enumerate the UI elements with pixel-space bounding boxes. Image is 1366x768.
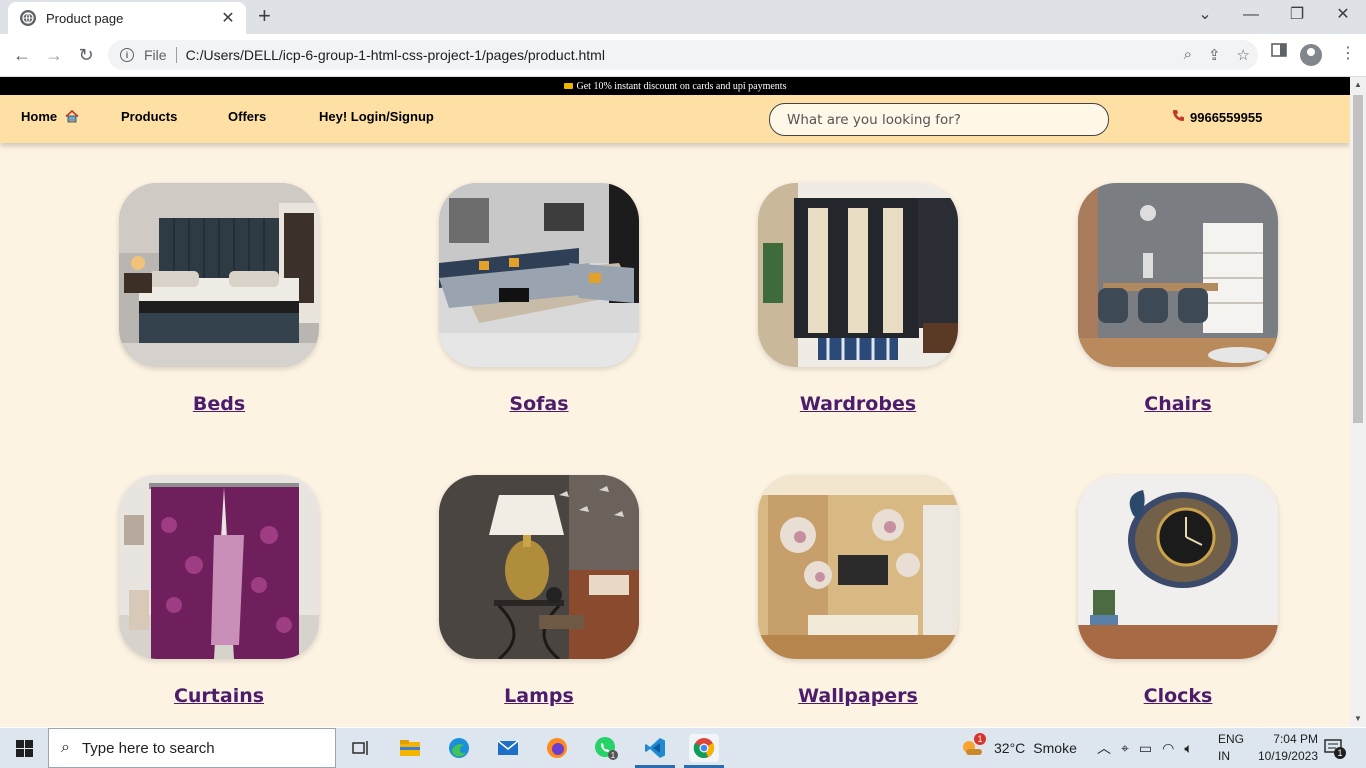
weather-icon: 1 bbox=[960, 732, 986, 760]
lamps-image[interactable] bbox=[439, 475, 639, 659]
clock-date: 10/19/2023 bbox=[1257, 749, 1318, 763]
category-link-wardrobes[interactable]: Wardrobes bbox=[800, 393, 916, 415]
profile-avatar-icon[interactable] bbox=[1300, 44, 1322, 71]
category-card-chairs: Chairs bbox=[1078, 183, 1278, 415]
page-scrollbar[interactable]: ▲ ▼ bbox=[1350, 77, 1366, 727]
close-window-icon[interactable]: ✕ bbox=[1320, 4, 1366, 26]
category-link-lamps[interactable]: Lamps bbox=[504, 685, 574, 707]
whatsapp-badge: 1 bbox=[611, 751, 616, 760]
menu-kebab-icon[interactable]: ⋮ bbox=[1340, 43, 1356, 63]
scroll-up-icon[interactable]: ▲ bbox=[1354, 80, 1362, 89]
vscode-icon[interactable] bbox=[640, 734, 670, 762]
category-link-beds[interactable]: Beds bbox=[193, 393, 245, 415]
close-tab-icon[interactable]: ✕ bbox=[220, 8, 236, 28]
category-card-clocks: Clocks bbox=[1078, 475, 1278, 707]
task-view-icon[interactable] bbox=[346, 734, 376, 762]
url-scheme-label: File bbox=[144, 47, 167, 63]
category-card-lamps: Lamps bbox=[439, 475, 639, 707]
taskbar-search[interactable]: ⌕ Type here to search bbox=[48, 728, 336, 768]
taskbar-search-placeholder: Type here to search bbox=[81, 739, 215, 757]
notification-badge: 1 bbox=[1334, 747, 1346, 759]
category-card-wallpapers: Wallpapers bbox=[758, 475, 958, 707]
wifi-icon[interactable]: ◠ bbox=[1162, 740, 1174, 757]
sofas-image[interactable] bbox=[439, 183, 639, 367]
tab-search-chevron-icon[interactable]: ⌄ bbox=[1182, 4, 1228, 26]
minimize-icon[interactable]: — bbox=[1228, 4, 1274, 26]
clocks-image[interactable] bbox=[1078, 475, 1278, 659]
category-card-sofas: Sofas bbox=[439, 183, 639, 415]
wallpapers-image[interactable] bbox=[758, 475, 958, 659]
volume-icon[interactable]: 🔈︎ bbox=[1184, 740, 1192, 757]
globe-icon bbox=[20, 10, 36, 26]
category-card-wardrobes: Wardrobes bbox=[758, 183, 958, 415]
address-bar[interactable]: i File C:/Users/DELL/icp-6-group-1-html-… bbox=[108, 40, 1258, 70]
windows-taskbar: ⌕ Type here to search 1 1 32°C Smoke ︿ ⌖… bbox=[0, 728, 1366, 768]
wardrobes-image[interactable] bbox=[758, 183, 958, 367]
browser-tab[interactable]: Product page ✕ bbox=[8, 2, 246, 34]
weather-temperature: 32°C bbox=[994, 740, 1026, 756]
edge-browser-icon[interactable] bbox=[444, 734, 474, 762]
forward-icon[interactable]: → bbox=[43, 44, 65, 66]
chairs-image[interactable] bbox=[1078, 183, 1278, 367]
zoom-icon[interactable]: ⌕ bbox=[1184, 46, 1192, 64]
category-link-sofas[interactable]: Sofas bbox=[509, 393, 568, 415]
notification-center-icon[interactable]: 1 bbox=[1324, 739, 1346, 760]
restore-icon[interactable]: ❐ bbox=[1274, 4, 1320, 26]
clock-time: 7:04 PM bbox=[1273, 732, 1318, 746]
beds-image[interactable] bbox=[119, 183, 319, 367]
address-divider bbox=[175, 47, 177, 63]
mail-icon[interactable] bbox=[493, 734, 523, 762]
show-hidden-icons-chevron-icon[interactable]: ︿ bbox=[1097, 738, 1111, 758]
site-info-icon[interactable]: i bbox=[120, 48, 134, 62]
category-card-curtains: Curtains bbox=[119, 475, 319, 707]
share-icon[interactable]: ⇪ bbox=[1208, 46, 1221, 64]
bookmark-star-icon[interactable]: ☆ bbox=[1237, 46, 1250, 64]
reload-icon[interactable]: ↻ bbox=[75, 44, 97, 66]
side-panel-icon[interactable] bbox=[1271, 43, 1287, 62]
category-link-clocks[interactable]: Clocks bbox=[1144, 685, 1213, 707]
windows-start-icon[interactable] bbox=[16, 740, 33, 757]
meet-now-icon[interactable]: ⌖ bbox=[1121, 740, 1129, 757]
category-link-wallpapers[interactable]: Wallpapers bbox=[798, 685, 918, 707]
new-tab-icon[interactable]: + bbox=[258, 5, 271, 27]
battery-icon[interactable]: ▭ bbox=[1139, 740, 1152, 757]
taskbar-clock[interactable]: 7:04 PM 10/19/2023 bbox=[1218, 731, 1318, 765]
file-explorer-icon[interactable] bbox=[395, 734, 425, 762]
browser-tab-bar: Product page ✕ + ⌄ — ❐ ✕ bbox=[0, 0, 1366, 34]
category-link-chairs[interactable]: Chairs bbox=[1144, 393, 1211, 415]
weather-condition: Smoke bbox=[1033, 740, 1077, 756]
chrome-icon[interactable] bbox=[689, 734, 719, 762]
category-card-beds: Beds bbox=[119, 183, 319, 415]
tab-title: Product page bbox=[46, 10, 124, 26]
scroll-thumb[interactable] bbox=[1353, 95, 1363, 423]
back-icon[interactable]: ← bbox=[11, 44, 33, 66]
firefox-icon[interactable] bbox=[542, 734, 572, 762]
url-text[interactable]: C:/Users/DELL/icp-6-group-1-html-css-pro… bbox=[186, 47, 605, 63]
category-link-curtains[interactable]: Curtains bbox=[174, 685, 264, 707]
category-grid: Beds Sofas Wardrobes Chairs Curtains Lam… bbox=[0, 77, 1350, 727]
page-viewport: Get 10% instant discount on cards and up… bbox=[0, 77, 1350, 727]
whatsapp-icon[interactable]: 1 bbox=[591, 734, 621, 762]
browser-toolbar: ← → ↻ i File C:/Users/DELL/icp-6-group-1… bbox=[0, 34, 1366, 77]
search-icon: ⌕ bbox=[61, 739, 70, 756]
weather-widget[interactable]: 1 32°C Smoke bbox=[960, 728, 1077, 768]
weather-alert-badge: 1 bbox=[974, 732, 986, 745]
system-tray: ︿ ⌖ ▭ ◠ 🔈︎ bbox=[1097, 728, 1193, 768]
scroll-down-icon[interactable]: ▼ bbox=[1354, 714, 1362, 723]
curtains-image[interactable] bbox=[119, 475, 319, 659]
